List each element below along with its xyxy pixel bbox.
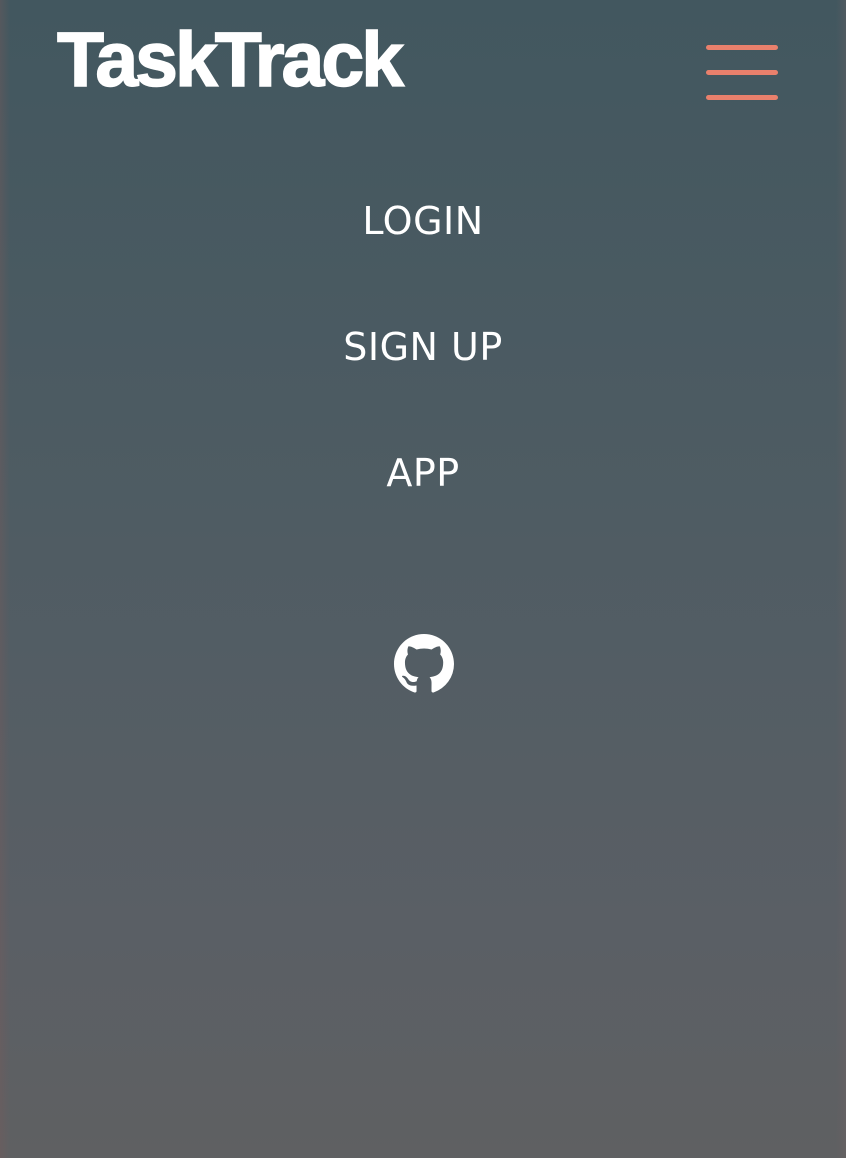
menu-bar-bottom xyxy=(706,95,778,100)
menu-bar-top xyxy=(706,45,778,50)
top-bar: TaskTrack xyxy=(0,0,846,145)
nav-item-sign-up[interactable]: SIGN UP xyxy=(0,328,846,366)
menu-bar-middle xyxy=(706,70,778,75)
github-icon-graphic xyxy=(394,634,454,693)
brand-logo[interactable]: TaskTrack xyxy=(56,21,405,100)
hamburger-menu-icon[interactable] xyxy=(704,43,780,105)
right-edge-shade xyxy=(836,0,846,1158)
nav-item-app[interactable]: APP xyxy=(0,454,846,492)
nav-item-login[interactable]: LOGIN xyxy=(0,202,846,240)
github-icon[interactable] xyxy=(394,634,454,694)
left-edge-shade xyxy=(0,0,10,1158)
